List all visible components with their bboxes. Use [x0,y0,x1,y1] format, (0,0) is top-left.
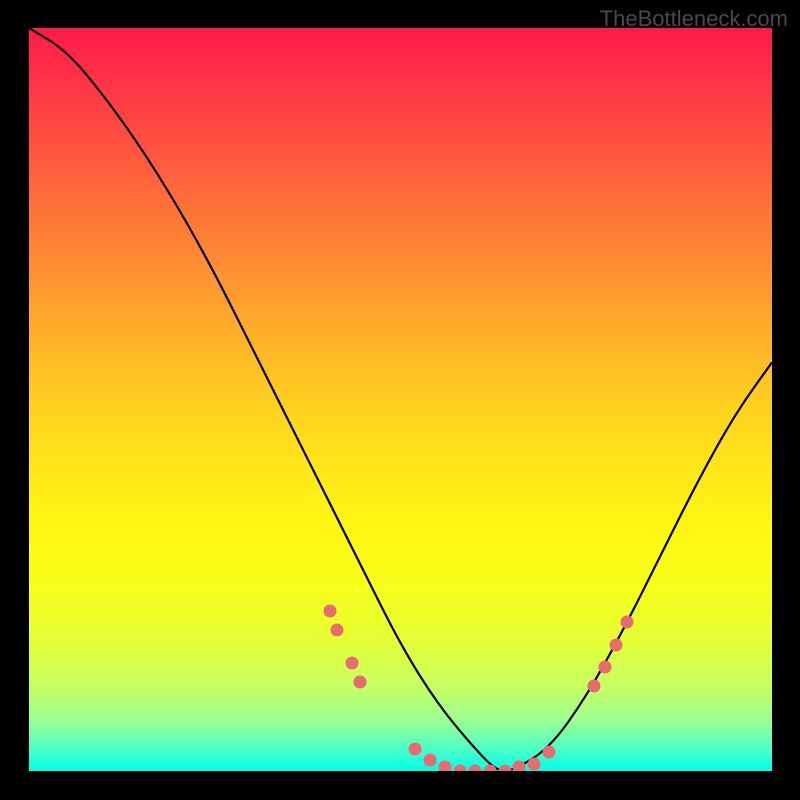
marker-dots-layer [29,28,772,771]
marker-dot [528,757,541,770]
marker-dot [468,765,481,772]
marker-dot [353,675,366,688]
marker-dot [513,761,526,771]
marker-dot [598,660,611,673]
marker-dot [498,765,511,772]
marker-dot [587,679,600,692]
marker-dot [609,638,622,651]
marker-dot [424,753,437,766]
marker-dot [439,761,452,771]
marker-dot [621,616,634,629]
watermark-text: TheBottleneck.com [600,6,788,32]
marker-dot [331,623,344,636]
marker-dot [453,765,466,772]
marker-dot [543,746,556,759]
marker-dot [409,742,422,755]
marker-dot [346,657,359,670]
marker-dot [483,765,496,772]
marker-dot [323,605,336,618]
chart-area [29,28,772,771]
